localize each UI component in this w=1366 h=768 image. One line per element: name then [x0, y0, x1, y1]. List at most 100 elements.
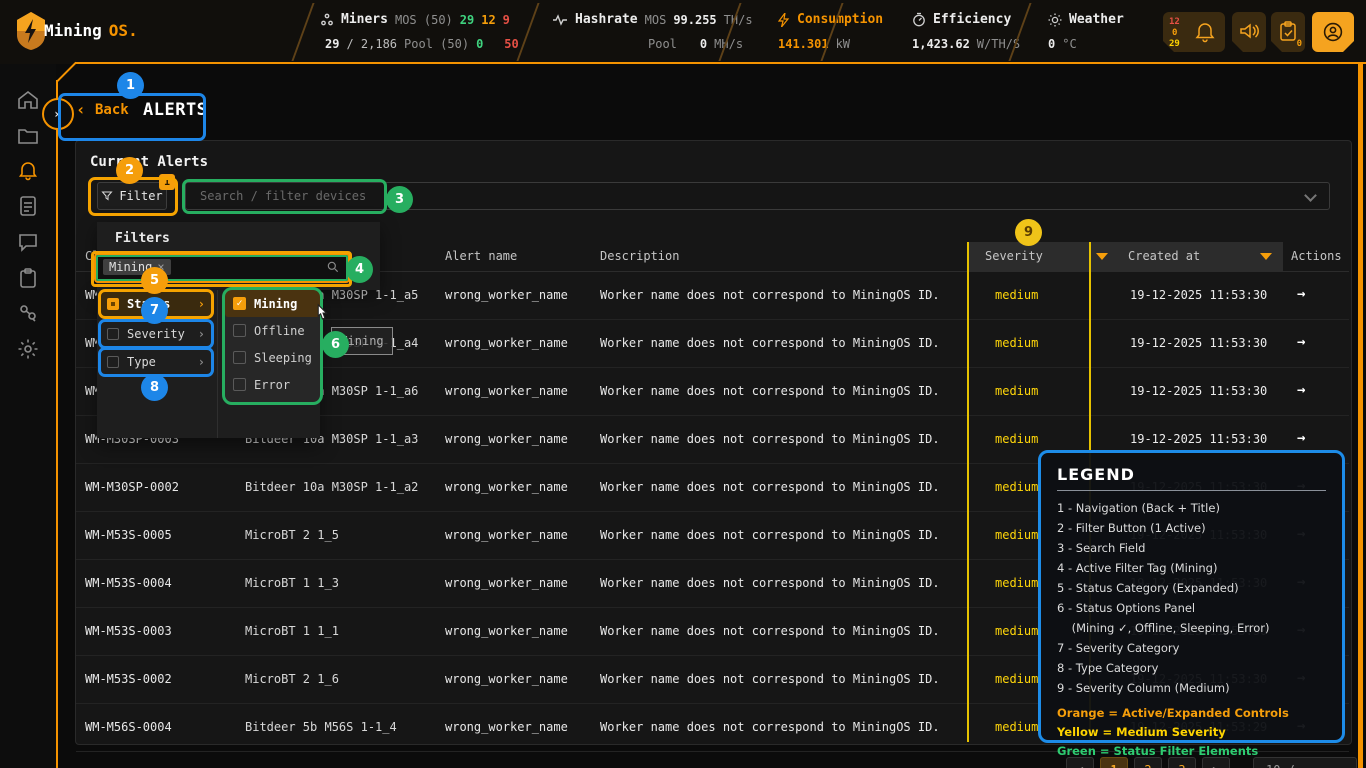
col-header-description[interactable]: Description: [600, 249, 679, 263]
cell-severity: medium: [995, 624, 1038, 638]
cell-worker: WM-M53S-0002: [85, 672, 172, 686]
search-placeholder: Search / filter devices: [200, 189, 366, 203]
sidebar-item-reports[interactable]: [16, 194, 40, 218]
bell-icon: [1195, 21, 1215, 43]
legend-item: (Mining ✓, Offline, Sleeping, Error): [1057, 618, 1326, 638]
filter-tag-input[interactable]: Mining ×: [94, 253, 350, 283]
status-checkbox[interactable]: [107, 298, 119, 310]
cell-worker: WM-M53S-0004: [85, 576, 172, 590]
search-icon: [326, 260, 340, 274]
sidebar-item-projects[interactable]: [16, 124, 40, 148]
consumption-value-line: 141.301 kW: [778, 37, 850, 51]
sidebar-item-integrations[interactable]: [16, 301, 40, 325]
status-option-sleeping[interactable]: Sleeping: [225, 344, 320, 371]
cell-description: Worker name does not correspond to Minin…: [600, 528, 940, 542]
chevron-right-icon: ›: [198, 355, 205, 369]
status-option-offline[interactable]: Offline: [225, 317, 320, 344]
chevron-right-icon: ›: [198, 297, 205, 311]
brand-text: MiningOS.: [44, 21, 138, 40]
cell-alert-name: wrong_worker_name: [445, 528, 568, 542]
efficiency-value-line: 1,423.62 W/TH/S: [912, 37, 1020, 51]
header-divider: [1008, 3, 1031, 61]
row-action-arrow-icon[interactable]: →: [1297, 286, 1305, 302]
option-label: Offline: [254, 324, 305, 338]
legend-item: 3 - Search Field: [1057, 538, 1326, 558]
legend-item: 9 - Severity Column (Medium): [1057, 678, 1326, 698]
row-action-arrow-icon[interactable]: →: [1297, 382, 1305, 398]
cell-created-at: 19-12-2025 11:53:30: [1130, 288, 1267, 302]
col-header-created-at[interactable]: Created at: [1128, 249, 1200, 263]
cell-severity: medium: [995, 576, 1038, 590]
empty-checkbox[interactable]: [233, 378, 246, 391]
mining-os-app: MiningOS. Miners MOS (50) 29 9 12 9 29 /…: [0, 0, 1366, 768]
filter-button[interactable]: Filter: [97, 182, 167, 210]
badge-4: 4: [346, 256, 373, 283]
notif-count-info: 29: [1169, 39, 1180, 49]
legend-item: 4 - Active Filter Tag (Mining): [1057, 558, 1326, 578]
legend-color-note-yellow: Yellow = Medium Severity: [1057, 723, 1326, 742]
legend-item: 7 - Severity Category: [1057, 638, 1326, 658]
sun-icon: [1048, 13, 1062, 27]
cell-alert-name: wrong_worker_name: [445, 432, 568, 446]
empty-checkbox[interactable]: [233, 324, 246, 337]
type-checkbox[interactable]: [107, 356, 119, 368]
weather-value-line: 0 °C: [1048, 37, 1077, 51]
sidebar-item-alerts[interactable]: [16, 158, 40, 182]
sidebar: [0, 64, 56, 768]
frame-left: [56, 80, 58, 768]
badge-5: 5: [141, 267, 168, 294]
cell-alert-name: wrong_worker_name: [445, 672, 568, 686]
sidebar-item-settings[interactable]: [16, 337, 40, 361]
col-header-severity[interactable]: Severity: [985, 249, 1043, 263]
cell-created-at: 19-12-2025 11:53:30: [1130, 432, 1267, 446]
card-title: Current Alerts: [90, 154, 208, 170]
cell-description: Worker name does not correspond to Minin…: [600, 336, 940, 350]
badge-7: 7: [141, 297, 168, 324]
created-at-sort-icon[interactable]: [1260, 253, 1272, 260]
cell-worker: WM-M53S-0005: [85, 528, 172, 542]
expand-icon: »: [54, 107, 61, 121]
row-action-arrow-icon[interactable]: →: [1297, 334, 1305, 350]
cell-description: Worker name does not correspond to Minin…: [600, 576, 940, 590]
chevron-down-icon: [1304, 189, 1317, 202]
sidebar-expand-toggle[interactable]: »: [42, 98, 74, 130]
empty-checkbox[interactable]: [233, 351, 246, 364]
search-field[interactable]: Search / filter devices: [185, 182, 1330, 210]
chevron-right-icon: ›: [198, 327, 205, 341]
page-title: ALERTS: [143, 100, 207, 120]
cell-description: Worker name does not correspond to Minin…: [600, 288, 940, 302]
miners-icon: [320, 13, 334, 27]
cell-miner: Bitdeer 5b M56S 1-1_4: [245, 720, 397, 734]
cell-alert-name: wrong_worker_name: [445, 720, 568, 734]
top-bar: MiningOS. Miners MOS (50) 29 9 12 9 29 /…: [0, 0, 1366, 64]
sidebar-item-messages[interactable]: [16, 230, 40, 254]
option-label: Error: [254, 378, 290, 392]
cell-description: Worker name does not correspond to Minin…: [600, 720, 940, 734]
col-header-alert-name[interactable]: Alert name: [445, 249, 517, 263]
cell-description: Worker name does not correspond to Minin…: [600, 384, 940, 398]
checked-checkbox[interactable]: ✓: [233, 297, 246, 310]
cell-worker: WM-M53S-0003: [85, 624, 172, 638]
cell-severity: medium: [995, 384, 1038, 398]
status-option-mining[interactable]: ✓ Mining: [225, 290, 320, 317]
cell-alert-name: wrong_worker_name: [445, 336, 568, 350]
announcements-button[interactable]: [1232, 12, 1266, 52]
filter-category-severity[interactable]: Severity ›: [100, 322, 212, 346]
notifications-button[interactable]: 12 0 29: [1163, 12, 1225, 52]
row-action-arrow-icon[interactable]: →: [1297, 430, 1305, 446]
sidebar-item-home[interactable]: [16, 88, 40, 112]
severity-checkbox[interactable]: [107, 328, 119, 340]
account-button[interactable]: [1312, 12, 1354, 52]
back-button[interactable]: Back: [95, 102, 129, 118]
legend-item: 6 - Status Options Panel: [1057, 598, 1326, 618]
tasks-button[interactable]: 0: [1271, 12, 1305, 52]
severity-sort-icon[interactable]: [1096, 253, 1108, 260]
miners-count-line: 29 / 2,186 Pool (50) 0 50: [325, 37, 519, 51]
cell-severity: medium: [995, 336, 1038, 350]
status-option-error[interactable]: Error: [225, 371, 320, 398]
sidebar-item-tasks[interactable]: [16, 266, 40, 290]
cell-description: Worker name does not correspond to Minin…: [600, 672, 940, 686]
person-icon: [1323, 22, 1343, 42]
header-divider: [291, 3, 314, 61]
filter-category-type[interactable]: Type ›: [100, 350, 212, 374]
